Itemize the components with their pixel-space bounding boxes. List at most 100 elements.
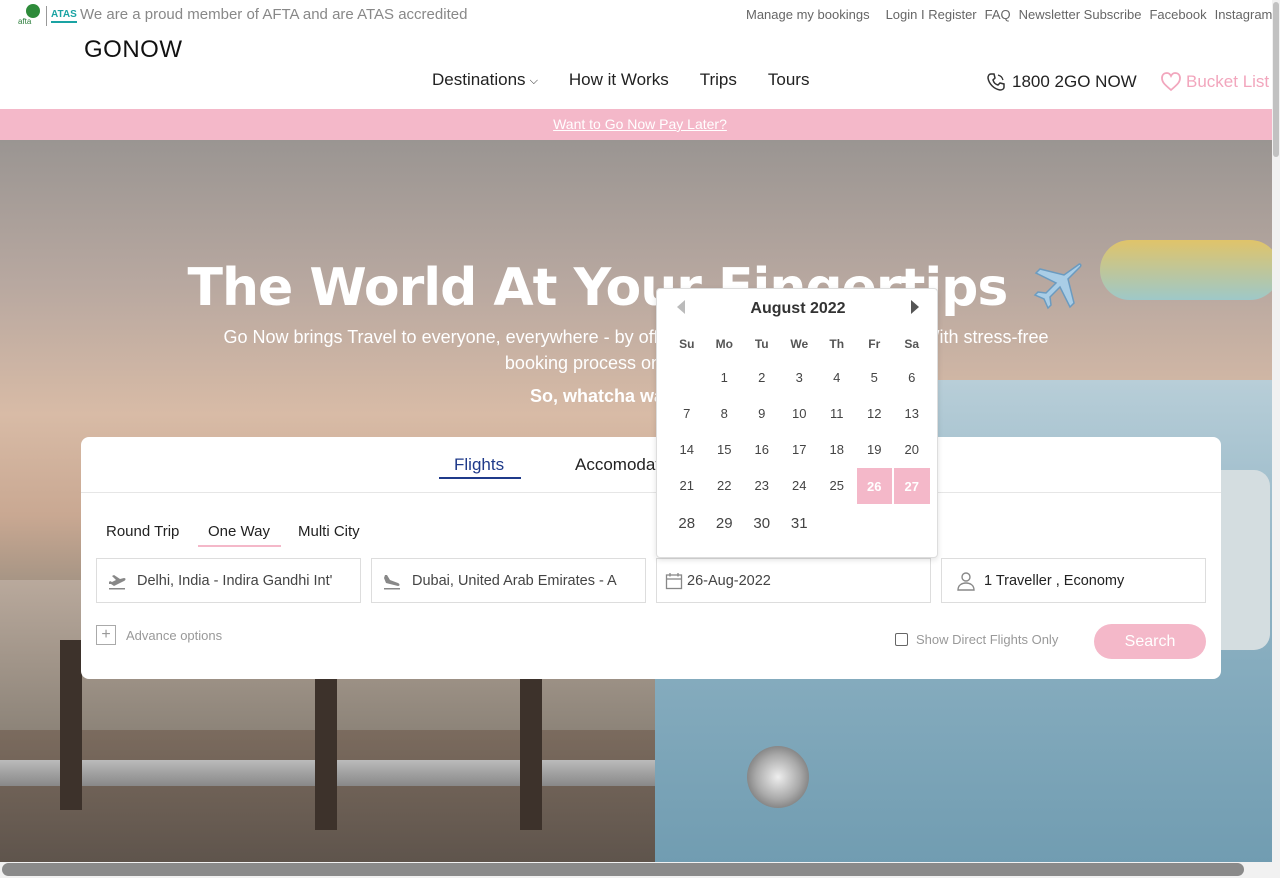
nav-tours[interactable]: Tours xyxy=(768,70,810,90)
day-cell[interactable]: 17 xyxy=(781,431,819,467)
day-cell[interactable]: 25 xyxy=(818,467,856,503)
date-field[interactable]: 26-Aug-2022 xyxy=(656,558,931,603)
date-value: 26-Aug-2022 xyxy=(687,572,771,589)
logo-divider xyxy=(46,6,47,26)
landing-icon xyxy=(384,574,400,589)
nav-menu: Destinations ⌵ How it Works Trips Tours xyxy=(432,70,809,90)
hero-post xyxy=(315,660,337,830)
day-cell[interactable]: 20 xyxy=(893,431,931,467)
day-cell[interactable]: 21 xyxy=(668,467,706,503)
phone-number: 1800 2GO NOW xyxy=(1012,72,1137,91)
empty-day-cell xyxy=(668,359,706,395)
tab-flights[interactable]: Flights xyxy=(454,455,504,475)
week-row: 21 22 23 24 25 26 27 xyxy=(668,467,931,505)
day-cell[interactable]: 8 xyxy=(706,395,744,431)
day-cell[interactable]: 9 xyxy=(743,395,781,431)
day-cell[interactable]: 10 xyxy=(781,395,819,431)
day-cell[interactable]: 27 xyxy=(894,468,930,504)
horizontal-scrollbar-thumb[interactable] xyxy=(2,863,1244,876)
trip-one-way[interactable]: One Way xyxy=(208,523,270,540)
day-cell[interactable]: 26 xyxy=(856,468,892,504)
plus-icon: + xyxy=(96,625,116,645)
next-month-icon[interactable] xyxy=(911,300,919,314)
pay-later-link[interactable]: Want to Go Now Pay Later? xyxy=(553,116,727,132)
week-row: 7 8 9 10 11 12 13 xyxy=(668,395,931,431)
accreditation-logos: afta ATAS xyxy=(18,4,77,28)
day-cell[interactable]: 16 xyxy=(743,431,781,467)
day-cell[interactable]: 7 xyxy=(668,395,706,431)
to-value: Dubai, United Arab Emirates - A xyxy=(412,572,617,589)
direct-flights-checkbox[interactable] xyxy=(895,633,908,646)
day-cell[interactable]: 19 xyxy=(856,431,894,467)
to-field[interactable]: Dubai, United Arab Emirates - A xyxy=(371,558,646,603)
member-text: We are a proud member of AFTA and are AT… xyxy=(80,6,468,23)
atas-logo: ATAS xyxy=(51,9,77,23)
datepicker-grid: Su Mo Tu We Th Fr Sa 1 2 3 4 5 6 7 8 9 10 11 12 13 14 15 16 17 1… xyxy=(668,329,931,541)
instagram-link[interactable]: Instagram xyxy=(1215,7,1273,22)
search-card: Flights Accomodation Round Trip One Way … xyxy=(81,437,1221,679)
heart-icon xyxy=(1161,72,1181,92)
advance-options[interactable]: + Advance options xyxy=(96,625,222,645)
day-cell[interactable]: 14 xyxy=(668,431,706,467)
hero-post xyxy=(60,640,82,810)
weekday-label: Tu xyxy=(754,337,769,351)
facebook-link[interactable]: Facebook xyxy=(1149,7,1206,22)
empty-day-cell xyxy=(893,505,931,541)
day-cell[interactable]: 15 xyxy=(706,431,744,467)
login-register-link[interactable]: Login I Register xyxy=(886,7,977,22)
day-cell[interactable]: 18 xyxy=(818,431,856,467)
day-cell[interactable]: 11 xyxy=(818,395,856,431)
tab-active-indicator xyxy=(439,477,521,479)
nav-destinations[interactable]: Destinations ⌵ xyxy=(432,70,538,90)
day-cell[interactable]: 3 xyxy=(781,359,819,395)
nav-trips[interactable]: Trips xyxy=(700,70,737,90)
day-cell[interactable]: 31 xyxy=(781,505,819,541)
direct-flights-option[interactable]: Show Direct Flights Only xyxy=(895,632,1058,647)
newsletter-link[interactable]: Newsletter Subscribe xyxy=(1019,7,1142,22)
week-row: 14 15 16 17 18 19 20 xyxy=(668,431,931,467)
day-cell[interactable]: 12 xyxy=(856,395,894,431)
travellers-field[interactable]: 1 Traveller , Economy xyxy=(941,558,1206,603)
trip-round-trip[interactable]: Round Trip xyxy=(106,523,179,540)
day-cell[interactable]: 6 xyxy=(893,359,931,395)
manage-bookings-link[interactable]: Manage my bookings xyxy=(746,7,870,22)
day-cell[interactable]: 1 xyxy=(706,359,744,395)
bucket-list-label: Bucket List xyxy=(1186,72,1270,91)
day-cell[interactable]: 4 xyxy=(818,359,856,395)
hero-subtitle: Go Now brings Travel to everyone, everyw… xyxy=(223,327,1049,373)
hero-ground xyxy=(0,730,700,862)
takeoff-icon xyxy=(109,574,126,589)
day-cell[interactable]: 30 xyxy=(743,505,781,541)
hero-title: The World At Your Fingertips xyxy=(0,258,1272,318)
day-cell[interactable]: 23 xyxy=(743,467,781,503)
nav-destinations-label: Destinations xyxy=(432,70,526,89)
advance-options-label: Advance options xyxy=(126,627,223,643)
weekday-label: Fr xyxy=(868,337,881,351)
day-cell[interactable]: 5 xyxy=(856,359,894,395)
trip-type-indicator xyxy=(198,545,281,547)
from-field[interactable]: Delhi, India - Indira Gandhi Int' xyxy=(96,558,361,603)
empty-day-cell xyxy=(818,505,856,541)
day-cell[interactable]: 29 xyxy=(706,505,744,541)
day-cell[interactable]: 22 xyxy=(706,467,744,503)
datepicker: August 2022 Su Mo Tu We Th Fr Sa 1 2 3 4 5 6 7 8 9 10 11 1… xyxy=(656,288,938,558)
nav-how-it-works[interactable]: How it Works xyxy=(569,70,669,90)
day-cell[interactable]: 28 xyxy=(668,505,706,541)
faq-link[interactable]: FAQ xyxy=(985,7,1011,22)
weekday-label: We xyxy=(790,337,809,351)
bucket-list-link[interactable]: Bucket List xyxy=(1160,72,1269,92)
weekday-label: Sa xyxy=(904,337,920,351)
day-cell[interactable]: 2 xyxy=(743,359,781,395)
user-icon xyxy=(957,571,975,591)
hero-van-headlight xyxy=(747,746,809,808)
trip-multi-city[interactable]: Multi City xyxy=(298,523,360,540)
phone-link[interactable]: 1800 2GO NOW xyxy=(986,72,1137,92)
vertical-scrollbar-thumb[interactable] xyxy=(1273,2,1279,157)
day-cell[interactable]: 13 xyxy=(893,395,931,431)
calendar-icon xyxy=(665,572,683,589)
day-cell[interactable]: 24 xyxy=(781,467,819,503)
afta-logo: afta xyxy=(18,4,42,28)
brand-logo[interactable]: GONOW xyxy=(84,36,183,64)
top-bar: afta ATAS We are a proud member of AFTA … xyxy=(0,0,1280,34)
search-button[interactable]: Search xyxy=(1094,624,1206,659)
